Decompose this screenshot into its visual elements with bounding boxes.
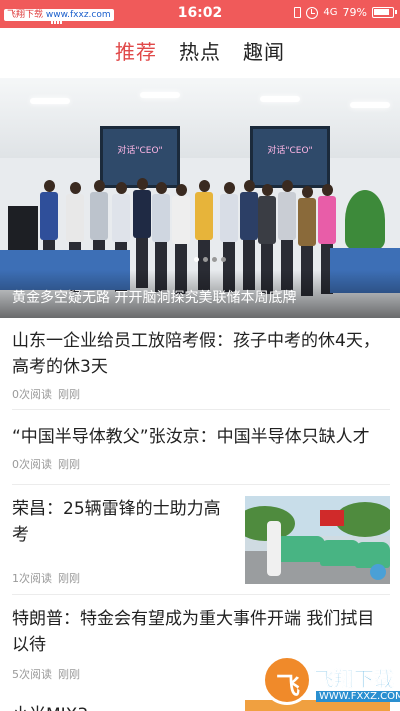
status-right: 4G 79% bbox=[294, 6, 397, 19]
article-reads: 5次阅读 bbox=[12, 668, 52, 681]
tab-fun[interactable]: 趣闻 bbox=[243, 36, 285, 65]
article-title[interactable]: “中国半导体教父”张汝京：中国半导体只缺人才 bbox=[12, 420, 390, 450]
network-right-label: 4G bbox=[323, 7, 338, 18]
carousel-dot[interactable] bbox=[221, 257, 226, 262]
watermark-badge: 飞 飞翔下载 WWW.FXXZ.COM bbox=[262, 655, 400, 707]
flag-icon bbox=[320, 510, 344, 526]
logo-icon: 飞 bbox=[262, 655, 312, 705]
article-item[interactable]: 荣昌：25辆雷锋的士助力高考 1次阅读 刚刚 bbox=[12, 490, 390, 595]
ceiling-light bbox=[140, 92, 180, 98]
article-time: 刚刚 bbox=[58, 572, 80, 585]
carousel-dot[interactable] bbox=[203, 257, 208, 262]
article-title[interactable]: 荣昌：25辆雷锋的士助力高考 bbox=[12, 490, 227, 548]
article-time: 刚刚 bbox=[58, 458, 80, 471]
carousel-dot[interactable] bbox=[194, 257, 199, 262]
article-reads: 0次阅读 bbox=[12, 458, 52, 471]
article-time: 刚刚 bbox=[58, 668, 80, 681]
play-icon bbox=[370, 564, 386, 580]
article-reads: 1次阅读 bbox=[12, 572, 52, 585]
watermark-name: 飞翔下载 bbox=[314, 667, 395, 692]
banner-plant bbox=[345, 190, 385, 250]
ceiling-light bbox=[30, 98, 70, 104]
article-title[interactable]: 特朗普：特金会有望成为重大事件开端 我们拭目以待 bbox=[12, 600, 390, 658]
screen-text-right: 对话"CEO" bbox=[267, 146, 313, 156]
alarm-icon bbox=[306, 6, 319, 19]
screen-text-left: 对话"CEO" bbox=[117, 146, 163, 156]
carousel-dots bbox=[194, 257, 226, 262]
banner-screen-right: 对话"CEO" bbox=[250, 126, 330, 188]
carousel-dot[interactable] bbox=[212, 257, 217, 262]
article-meta: 1次阅读 刚刚 bbox=[12, 570, 86, 586]
ceiling-light bbox=[260, 96, 300, 102]
article-reads: 0次阅读 bbox=[12, 388, 52, 401]
tab-recommend[interactable]: 推荐 bbox=[115, 36, 157, 65]
category-tabs: 推荐 热点 趣闻 bbox=[0, 28, 400, 72]
battery-icon bbox=[372, 7, 397, 18]
vibrate-icon bbox=[294, 7, 302, 18]
status-bar: 飞翔下载 www.fxxz.com 2G 16:02 4G 79% bbox=[0, 0, 400, 28]
article-title-partial[interactable]: 小米MIX3 bbox=[12, 700, 88, 711]
tab-hot[interactable]: 热点 bbox=[179, 36, 221, 65]
article-meta: 0次阅读 刚刚 bbox=[12, 456, 390, 472]
watermark-url: WWW.FXXZ.COM bbox=[316, 691, 400, 702]
battery-percent: 79% bbox=[342, 6, 367, 19]
banner-photo-ceiling bbox=[0, 78, 400, 158]
article-item[interactable]: “中国半导体教父”张汝京：中国半导体只缺人才 0次阅读 刚刚 bbox=[12, 420, 390, 485]
article-meta: 0次阅读 刚刚 bbox=[12, 386, 390, 402]
article-time: 刚刚 bbox=[58, 388, 80, 401]
article-title[interactable]: 山东一企业给员工放陪考假：孩子中考的休4天，高考的休3天 bbox=[12, 328, 390, 380]
ceiling-light bbox=[350, 102, 390, 108]
banner-carousel[interactable]: 对话"CEO" 对话"CEO" 黄金多空疑无路 开开脑洞探究美联储本周底牌 bbox=[0, 78, 400, 318]
banner-caption[interactable]: 黄金多空疑无路 开开脑洞探究美联储本周底牌 bbox=[12, 287, 296, 307]
article-thumbnail[interactable] bbox=[245, 496, 390, 584]
article-item[interactable]: 山东一企业给员工放陪考假：孩子中考的休4天，高考的休3天 0次阅读 刚刚 bbox=[12, 328, 390, 410]
